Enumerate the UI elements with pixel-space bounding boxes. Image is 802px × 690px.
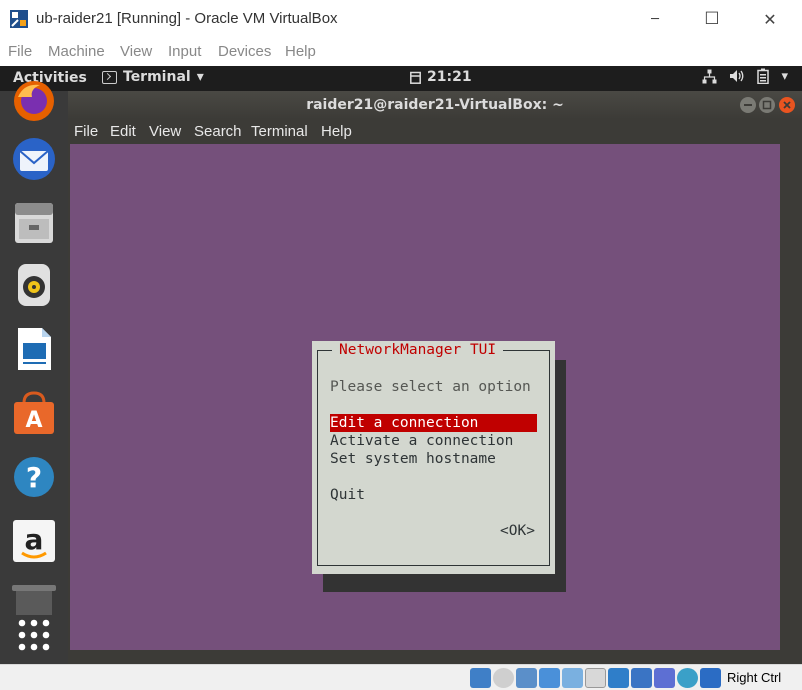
calendar-icon: [410, 71, 421, 84]
clock[interactable]: 21:21: [410, 69, 472, 85]
terminal-menu-search[interactable]: Search: [194, 123, 242, 140]
terminal-titlebar[interactable]: raider21@raider21-VirtualBox: ~: [68, 91, 802, 119]
minimize-button[interactable]: ─: [632, 0, 678, 38]
app-menu-terminal[interactable]: Terminal ▾: [102, 69, 204, 85]
nmtui-dialog: NetworkManager TUI Please select an opti…: [312, 341, 555, 574]
libreoffice-writer-icon[interactable]: [10, 325, 58, 373]
files-icon[interactable]: [10, 199, 58, 247]
chevron-down-icon: ▾: [196, 69, 204, 85]
firefox-icon[interactable]: [10, 77, 58, 125]
ok-button[interactable]: <OK>: [500, 522, 535, 540]
show-apps-icon[interactable]: [10, 611, 58, 659]
status-icons: [470, 668, 721, 688]
menu-help[interactable]: Help: [285, 43, 316, 60]
menu-devices[interactable]: Devices: [218, 43, 271, 60]
minimize-icon: ─: [651, 11, 659, 27]
close-button[interactable]: ✕: [747, 0, 793, 38]
terminal-icon: [102, 70, 117, 84]
option-activate-connection[interactable]: Activate a connection: [330, 432, 513, 450]
vbox-titlebar: ub-raider21 [Running] - Oracle VM Virtua…: [0, 0, 802, 38]
rhythmbox-icon[interactable]: [10, 261, 58, 309]
battery-icon: [757, 68, 770, 84]
ubuntu-software-icon[interactable]: A: [10, 389, 58, 437]
option-edit-connection[interactable]: Edit a connection: [330, 414, 537, 432]
vt-x-icon[interactable]: [654, 668, 675, 688]
svg-text:A: A: [25, 408, 42, 433]
app-menu-label: Terminal: [123, 69, 191, 85]
shared-folders-icon[interactable]: [585, 668, 606, 688]
terminal-minimize-button[interactable]: [740, 97, 756, 113]
terminal-close-button[interactable]: [779, 97, 795, 113]
vbox-statusbar: Right Ctrl: [0, 664, 802, 690]
svg-text:?: ?: [26, 461, 42, 494]
window-title: ub-raider21 [Running] - Oracle VM Virtua…: [36, 10, 338, 27]
dialog-title: NetworkManager TUI: [332, 341, 504, 359]
gnome-topbar: Activities Terminal ▾ 21:21 ▾: [0, 66, 802, 91]
option-quit[interactable]: Quit: [330, 486, 365, 504]
optical-drive-icon[interactable]: [493, 668, 514, 688]
terminal-maximize-button[interactable]: [759, 97, 775, 113]
maximize-icon: ☐: [704, 9, 720, 29]
amazon-icon[interactable]: a: [10, 517, 58, 565]
menu-machine[interactable]: Machine: [48, 43, 105, 60]
terminal-menu-help[interactable]: Help: [321, 123, 352, 140]
audio-icon[interactable]: [516, 668, 537, 688]
system-tray[interactable]: ▾: [702, 68, 788, 84]
svg-text:a: a: [25, 523, 44, 556]
volume-icon: [730, 70, 744, 82]
display-icon[interactable]: [608, 668, 629, 688]
close-icon: [783, 101, 791, 109]
dialog-prompt: Please select an option: [330, 379, 531, 395]
terminal-menu-view[interactable]: View: [149, 123, 181, 140]
terminal-menu-terminal[interactable]: Terminal: [251, 123, 308, 140]
menu-input[interactable]: Input: [168, 43, 201, 60]
option-set-hostname[interactable]: Set system hostname: [330, 450, 496, 468]
terminal-menu-file[interactable]: File: [74, 123, 98, 140]
hard-disk-icon[interactable]: [470, 668, 491, 688]
terminal-menu-edit[interactable]: Edit: [110, 123, 136, 140]
usb-icon[interactable]: [562, 668, 583, 688]
terminal-menubar: File Edit View Search Terminal Help: [68, 119, 802, 144]
maximize-button[interactable]: ☐: [689, 0, 735, 38]
host-key-label: Right Ctrl: [727, 670, 782, 685]
tray-chevron-down-icon: ▾: [781, 68, 788, 84]
mouse-integration-icon[interactable]: [677, 668, 698, 688]
close-icon: ✕: [763, 9, 777, 29]
guest-screen[interactable]: Activities Terminal ▾ 21:21 ▾ A ? a raid…: [0, 66, 802, 664]
menu-file[interactable]: File: [8, 43, 32, 60]
menu-view[interactable]: View: [120, 43, 152, 60]
maximize-icon: [762, 100, 772, 110]
virtualbox-app-icon: [10, 10, 28, 28]
minimize-icon: [744, 104, 752, 106]
terminal-content[interactable]: NetworkManager TUI Please select an opti…: [70, 144, 780, 650]
terminal-window: raider21@raider21-VirtualBox: ~ File Edi…: [68, 91, 802, 664]
clock-time: 21:21: [427, 69, 472, 85]
recording-icon[interactable]: [631, 668, 652, 688]
vbox-menubar: File Machine View Input Devices Help: [0, 38, 802, 66]
network-icon: [702, 69, 717, 83]
network-adapter-icon[interactable]: [539, 668, 560, 688]
help-icon[interactable]: ?: [10, 453, 58, 501]
thunderbird-icon[interactable]: [10, 135, 58, 183]
dock: A ? a: [0, 81, 68, 664]
terminal-title: raider21@raider21-VirtualBox: ~: [306, 97, 564, 113]
keyboard-capture-icon[interactable]: [700, 668, 721, 688]
